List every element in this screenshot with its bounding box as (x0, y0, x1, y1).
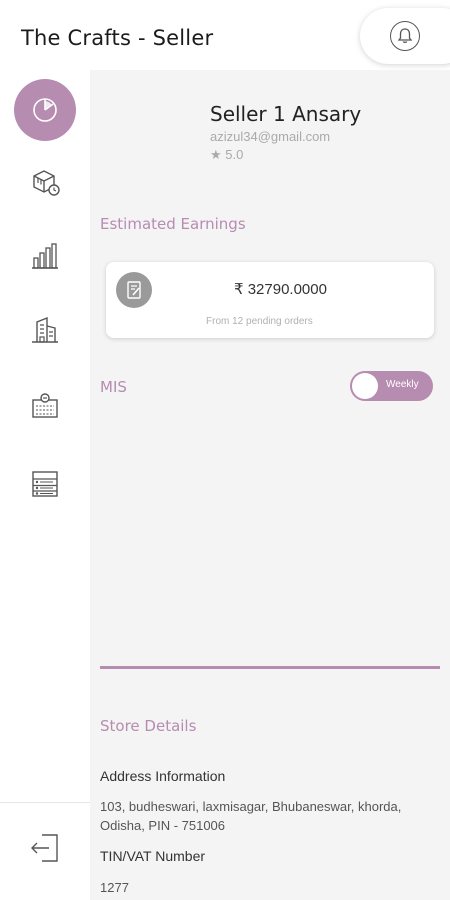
address-label: Address Information (100, 768, 226, 784)
sidebar-item-analytics[interactable] (0, 226, 90, 290)
earnings-card[interactable]: ₹ 32790.0000 From 12 pending orders (106, 262, 434, 338)
seller-rating: ★ 5.0 (210, 147, 244, 162)
earnings-subtitle: From 12 pending orders (206, 316, 313, 327)
sidebar-item-records[interactable] (0, 454, 90, 518)
tin-label: TIN/VAT Number (100, 848, 206, 864)
store-details-title: Store Details (100, 717, 197, 735)
tin-value: 1277 (100, 880, 129, 895)
sidebar (0, 70, 90, 900)
seller-name: Seller 1 Ansary (210, 102, 362, 126)
pie-chart-icon (14, 79, 76, 141)
bar-chart-icon (29, 240, 61, 277)
list-table-icon (29, 468, 61, 505)
section-divider (100, 666, 440, 669)
mis-label: MIS (100, 378, 127, 396)
notification-button[interactable] (360, 8, 450, 64)
logout-button[interactable] (0, 818, 90, 882)
estimated-earnings-title: Estimated Earnings (100, 215, 246, 233)
address-value: 103, budheswari, laxmisagar, Bhubaneswar… (100, 799, 402, 833)
main-content: Seller 1 Ansary azizul34@gmail.com ★ 5.0… (90, 70, 450, 900)
sidebar-item-dashboard[interactable] (0, 78, 90, 142)
logout-icon (28, 831, 62, 870)
sidebar-divider (0, 802, 90, 803)
toggle-knob (352, 373, 378, 399)
sidebar-item-buildings[interactable] (0, 300, 90, 364)
invoice-icon (116, 272, 152, 308)
sidebar-item-orders[interactable] (0, 152, 90, 216)
sidebar-item-store[interactable] (0, 376, 90, 440)
seller-email: azizul34@gmail.com (210, 129, 331, 144)
period-toggle[interactable]: Weekly (350, 371, 433, 401)
app-header: The Crafts - Seller (0, 0, 450, 70)
building-icon (29, 314, 61, 351)
bell-icon (390, 21, 420, 51)
box-clock-icon (29, 166, 61, 203)
earnings-amount: ₹ 32790.0000 (234, 281, 327, 298)
store-icon (29, 390, 61, 427)
toggle-label: Weekly (386, 379, 419, 390)
app-title: The Crafts - Seller (21, 26, 214, 50)
